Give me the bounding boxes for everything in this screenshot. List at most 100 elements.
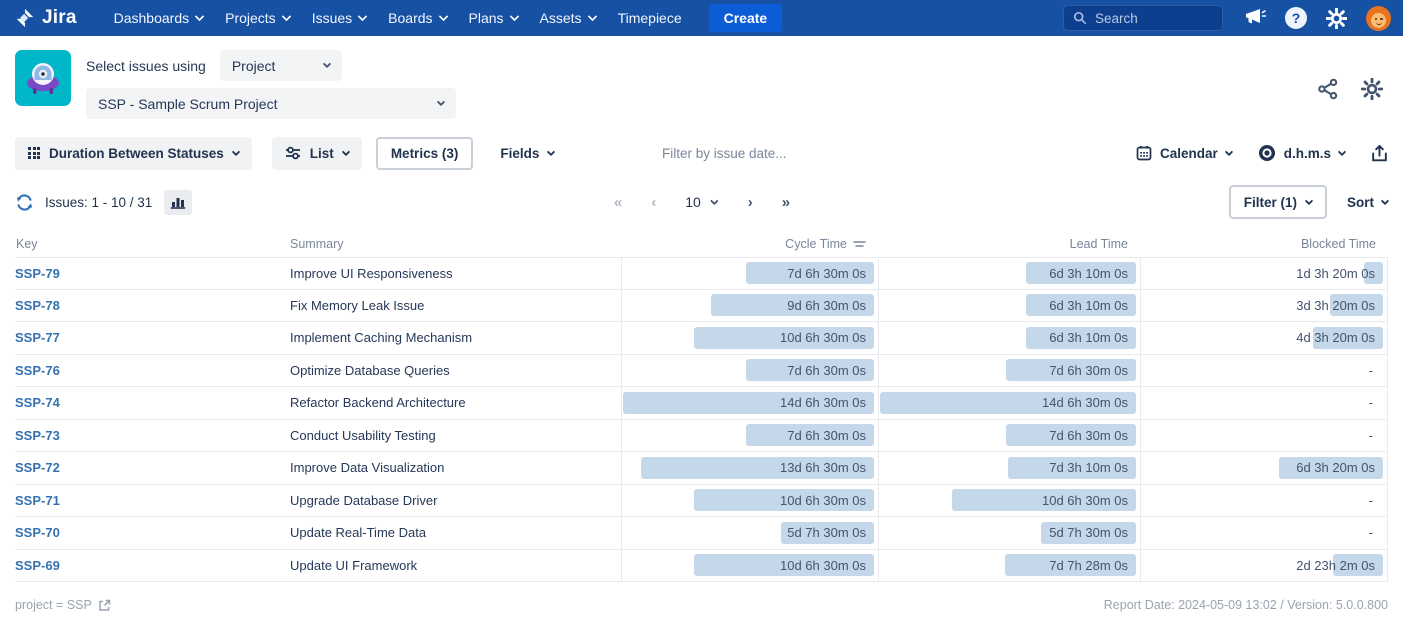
empty-duration: - [1369, 525, 1387, 540]
cycle-time-cell: 7d 6h 30m 0s [621, 355, 878, 387]
issue-key-link[interactable]: SSP-78 [15, 298, 60, 313]
blocked-time-cell: 3d 3h 20m 0s [1140, 290, 1388, 322]
issue-key-cell: SSP-77 [15, 322, 290, 354]
chevron-down-icon [323, 59, 331, 67]
column-header-blocked-time[interactable]: Blocked Time [1140, 237, 1388, 251]
issue-key-cell: SSP-74 [15, 387, 290, 419]
export-icon[interactable] [1371, 144, 1388, 163]
chart-view-button[interactable] [164, 190, 192, 215]
cycle-time-cell: 10d 6h 30m 0s [621, 322, 878, 354]
nav-dashboards[interactable]: Dashboards [103, 0, 215, 36]
grid-icon [28, 147, 40, 159]
issue-summary: Conduct Usability Testing [290, 420, 621, 452]
report-toolbar: Duration Between Statuses List Metrics (… [0, 135, 1403, 171]
blocked-time-cell: 6d 3h 20m 0s [1140, 452, 1388, 484]
settings-gear-icon[interactable] [1361, 78, 1383, 100]
avatar-smile [1376, 22, 1382, 25]
cycle-time-cell: 10d 6h 30m 0s [621, 485, 878, 517]
issue-key-cell: SSP-73 [15, 420, 290, 452]
calendar-select[interactable]: Calendar [1136, 145, 1232, 161]
time-format-select[interactable]: d.h.m.s [1258, 144, 1345, 162]
issue-table-body: SSP-79Improve UI Responsiveness7d 6h 30m… [15, 257, 1388, 582]
fields-button[interactable]: Fields [487, 137, 567, 170]
cycle-time-cell: 10d 6h 30m 0s [621, 550, 878, 582]
search-input[interactable] [1095, 11, 1205, 26]
global-search[interactable] [1063, 5, 1223, 31]
report-header: Select issues using Project SSP - Sample… [0, 36, 1403, 125]
top-navbar: Jira Dashboards Projects Issues Boards P… [0, 0, 1403, 36]
nav-label: Boards [388, 10, 432, 26]
empty-duration: - [1369, 395, 1387, 410]
issue-source-select[interactable]: Project [220, 50, 342, 81]
issue-key-link[interactable]: SSP-69 [15, 558, 60, 573]
column-header-key[interactable]: Key [15, 237, 290, 251]
ufo-icon [21, 56, 65, 100]
brand-text: Jira [42, 7, 77, 29]
create-button[interactable]: Create [709, 4, 783, 32]
table-header-row: Key Summary Cycle Time Lead Time Blocked… [15, 231, 1388, 257]
gear-icon[interactable] [1326, 8, 1347, 29]
column-header-summary[interactable]: Summary [290, 237, 621, 251]
sort-button[interactable]: Sort [1347, 195, 1388, 210]
external-link-icon[interactable] [98, 599, 111, 612]
issue-key-link[interactable]: SSP-70 [15, 525, 60, 540]
nav-plans[interactable]: Plans [458, 0, 529, 36]
search-icon [1073, 11, 1087, 25]
megaphone-icon[interactable] [1242, 7, 1266, 29]
issue-key-link[interactable]: SSP-79 [15, 266, 60, 281]
column-header-lead-time[interactable]: Lead Time [878, 237, 1140, 251]
first-page-button[interactable]: « [614, 194, 621, 211]
project-select[interactable]: SSP - Sample Scrum Project [86, 88, 456, 119]
lead-time-cell: 7d 7h 28m 0s [878, 550, 1140, 582]
chevron-down-icon [232, 147, 240, 155]
duration-value: 14d 6h 30m 0s [1042, 395, 1140, 410]
table-row: SSP-72Improve Data Visualization13d 6h 3… [15, 452, 1388, 485]
next-page-button[interactable]: › [748, 194, 752, 211]
issue-summary: Fix Memory Leak Issue [290, 290, 621, 322]
report-meta-label: Report Date: 2024-05-09 13:02 / Version:… [1104, 598, 1388, 612]
issue-key-link[interactable]: SSP-77 [15, 330, 60, 345]
user-avatar[interactable] [1366, 6, 1391, 31]
sliders-icon [285, 146, 301, 160]
duration-value: 7d 6h 30m 0s [787, 266, 878, 281]
issue-key-link[interactable]: SSP-76 [15, 363, 60, 378]
issue-key-link[interactable]: SSP-73 [15, 428, 60, 443]
nav-boards[interactable]: Boards [377, 0, 457, 36]
nav-issues[interactable]: Issues [301, 0, 377, 36]
metrics-button[interactable]: Metrics (3) [376, 137, 474, 170]
cycle-time-cell: 5d 7h 30m 0s [621, 517, 878, 549]
help-icon[interactable]: ? [1285, 7, 1307, 29]
nav-label: Issues [312, 10, 352, 26]
nav-assets[interactable]: Assets [529, 0, 607, 36]
lead-time-cell: 5d 7h 30m 0s [878, 517, 1140, 549]
prev-page-button[interactable]: ‹ [651, 194, 655, 211]
duration-value: 4d 3h 20m 0s [1296, 330, 1387, 345]
refresh-icon[interactable] [15, 193, 34, 212]
issue-key-link[interactable]: SSP-74 [15, 395, 60, 410]
time-format-value: d.h.m.s [1284, 146, 1331, 161]
page-size-select[interactable]: 10 [685, 194, 718, 210]
duration-value: 7d 6h 30m 0s [787, 428, 878, 443]
share-icon[interactable] [1317, 78, 1339, 100]
jira-brand[interactable]: Jira [14, 7, 77, 29]
pagination-row: Issues: 1 - 10 / 31 « ‹ 10 › » Filter (1… [0, 183, 1403, 221]
table-row: SSP-78Fix Memory Leak Issue9d 6h 30m 0s6… [15, 290, 1388, 323]
nav-timepiece[interactable]: Timepiece [607, 0, 693, 36]
nav-projects[interactable]: Projects [214, 0, 301, 36]
issue-date-filter[interactable]: Filter by issue date... [662, 146, 787, 161]
lead-time-cell: 7d 3h 10m 0s [878, 452, 1140, 484]
duration-value: 6d 3h 20m 0s [1296, 460, 1387, 475]
issue-summary: Upgrade Database Driver [290, 485, 621, 517]
duration-value: 10d 6h 30m 0s [1042, 493, 1140, 508]
filter-button[interactable]: Filter (1) [1229, 185, 1327, 219]
issue-key-link[interactable]: SSP-71 [15, 493, 60, 508]
cycle-time-cell: 7d 6h 30m 0s [621, 420, 878, 452]
view-select[interactable]: List [272, 137, 362, 170]
report-type-select[interactable]: Duration Between Statuses [15, 137, 252, 170]
column-header-cycle-time[interactable]: Cycle Time [621, 237, 878, 251]
issue-key-link[interactable]: SSP-72 [15, 460, 60, 475]
issue-summary: Implement Caching Mechanism [290, 322, 621, 354]
last-page-button[interactable]: » [782, 194, 789, 211]
nav-label: Dashboards [114, 10, 190, 26]
table-row: SSP-70Update Real-Time Data5d 7h 30m 0s5… [15, 517, 1388, 550]
